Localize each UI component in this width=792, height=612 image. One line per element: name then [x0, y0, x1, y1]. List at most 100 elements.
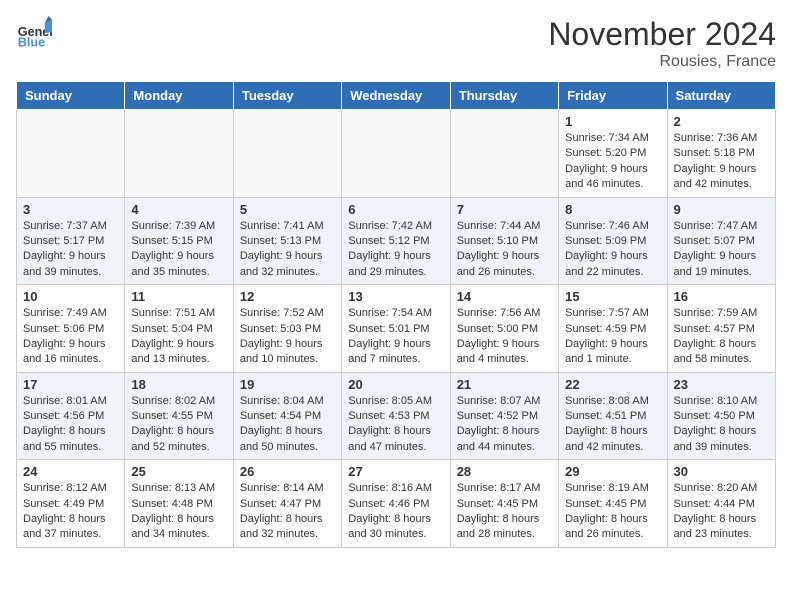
- calendar-cell: 18 Sunrise: 8:02 AM Sunset: 4:55 PM Dayli…: [125, 372, 233, 460]
- weekday-header-friday: Friday: [559, 82, 667, 110]
- calendar-cell: 21 Sunrise: 8:07 AM Sunset: 4:52 PM Dayli…: [450, 372, 558, 460]
- calendar-cell: [233, 110, 341, 198]
- day-info: Sunrise: 7:59 AM Sunset: 4:57 PM Dayligh…: [674, 306, 769, 368]
- day-number: 4: [131, 202, 226, 217]
- calendar-cell: 3 Sunrise: 7:37 AM Sunset: 5:17 PM Daylig…: [17, 197, 125, 285]
- day-number: 25: [131, 464, 226, 479]
- day-number: 16: [674, 289, 769, 304]
- calendar-cell: 27 Sunrise: 8:16 AM Sunset: 4:46 PM Dayli…: [342, 460, 450, 548]
- weekday-header-tuesday: Tuesday: [233, 82, 341, 110]
- calendar-week-row: 17Sunrise: 8:01 AM Sunset: 4:56 PM Dayli…: [17, 372, 776, 460]
- day-number: 26: [240, 464, 335, 479]
- day-number: 24: [23, 464, 118, 479]
- logo: General Blue: [16, 16, 52, 52]
- logo-icon: General Blue: [16, 16, 52, 52]
- day-info: Sunrise: 8:12 AM Sunset: 4:49 PM Dayligh…: [23, 481, 118, 543]
- calendar-cell: [450, 110, 558, 198]
- day-number: 12: [240, 289, 335, 304]
- calendar-cell: 30 Sunrise: 8:20 AM Sunset: 4:44 PM Dayli…: [667, 460, 775, 548]
- weekday-header-row: SundayMondayTuesdayWednesdayThursdayFrid…: [17, 82, 776, 110]
- calendar-cell: 10Sunrise: 7:49 AM Sunset: 5:06 PM Dayli…: [17, 285, 125, 373]
- day-info: Sunrise: 7:37 AM Sunset: 5:17 PM Dayligh…: [23, 219, 118, 281]
- weekday-header-sunday: Sunday: [17, 82, 125, 110]
- day-number: 23: [674, 377, 769, 392]
- day-info: Sunrise: 7:49 AM Sunset: 5:06 PM Dayligh…: [23, 306, 118, 368]
- day-info: Sunrise: 8:10 AM Sunset: 4:50 PM Dayligh…: [674, 394, 769, 456]
- day-info: Sunrise: 8:14 AM Sunset: 4:47 PM Dayligh…: [240, 481, 335, 543]
- day-info: Sunrise: 7:44 AM Sunset: 5:10 PM Dayligh…: [457, 219, 552, 281]
- weekday-header-thursday: Thursday: [450, 82, 558, 110]
- day-info: Sunrise: 8:04 AM Sunset: 4:54 PM Dayligh…: [240, 394, 335, 456]
- day-number: 21: [457, 377, 552, 392]
- calendar-cell: 22 Sunrise: 8:08 AM Sunset: 4:51 PM Dayli…: [559, 372, 667, 460]
- calendar-cell: 12Sunrise: 7:52 AM Sunset: 5:03 PM Dayli…: [233, 285, 341, 373]
- calendar-cell: 23 Sunrise: 8:10 AM Sunset: 4:50 PM Dayli…: [667, 372, 775, 460]
- calendar-cell: 5 Sunrise: 7:41 AM Sunset: 5:13 PM Daylig…: [233, 197, 341, 285]
- day-info: Sunrise: 7:47 AM Sunset: 5:07 PM Dayligh…: [674, 219, 769, 281]
- day-info: Sunrise: 8:17 AM Sunset: 4:45 PM Dayligh…: [457, 481, 552, 543]
- calendar-cell: 14 Sunrise: 7:56 AM Sunset: 5:00 PM Dayli…: [450, 285, 558, 373]
- svg-text:Blue: Blue: [18, 36, 45, 50]
- day-info: Sunrise: 8:02 AM Sunset: 4:55 PM Dayligh…: [131, 394, 226, 456]
- calendar-cell: 7 Sunrise: 7:44 AM Sunset: 5:10 PM Daylig…: [450, 197, 558, 285]
- day-info: Sunrise: 7:46 AM Sunset: 5:09 PM Dayligh…: [565, 219, 660, 281]
- day-number: 22: [565, 377, 660, 392]
- calendar-week-row: 24 Sunrise: 8:12 AM Sunset: 4:49 PM Dayli…: [17, 460, 776, 548]
- day-info: Sunrise: 7:36 AM Sunset: 5:18 PM Dayligh…: [674, 131, 769, 193]
- day-info: Sunrise: 7:57 AM Sunset: 4:59 PM Dayligh…: [565, 306, 660, 368]
- calendar-cell: 24 Sunrise: 8:12 AM Sunset: 4:49 PM Dayli…: [17, 460, 125, 548]
- calendar-cell: [125, 110, 233, 198]
- day-info: Sunrise: 8:13 AM Sunset: 4:48 PM Dayligh…: [131, 481, 226, 543]
- day-number: 20: [348, 377, 443, 392]
- day-number: 7: [457, 202, 552, 217]
- calendar-cell: 6Sunrise: 7:42 AM Sunset: 5:12 PM Daylig…: [342, 197, 450, 285]
- calendar-cell: 2 Sunrise: 7:36 AM Sunset: 5:18 PM Daylig…: [667, 110, 775, 198]
- day-number: 13: [348, 289, 443, 304]
- day-number: 5: [240, 202, 335, 217]
- day-number: 2: [674, 114, 769, 129]
- day-info: Sunrise: 8:20 AM Sunset: 4:44 PM Dayligh…: [674, 481, 769, 543]
- calendar-cell: 4 Sunrise: 7:39 AM Sunset: 5:15 PM Daylig…: [125, 197, 233, 285]
- day-number: 14: [457, 289, 552, 304]
- day-number: 29: [565, 464, 660, 479]
- location-subtitle: Rousies, France: [548, 53, 776, 71]
- weekday-header-saturday: Saturday: [667, 82, 775, 110]
- day-info: Sunrise: 7:56 AM Sunset: 5:00 PM Dayligh…: [457, 306, 552, 368]
- day-info: Sunrise: 8:16 AM Sunset: 4:46 PM Dayligh…: [348, 481, 443, 543]
- calendar-cell: 29 Sunrise: 8:19 AM Sunset: 4:45 PM Dayli…: [559, 460, 667, 548]
- calendar-cell: [342, 110, 450, 198]
- calendar-cell: 28 Sunrise: 8:17 AM Sunset: 4:45 PM Dayli…: [450, 460, 558, 548]
- day-number: 11: [131, 289, 226, 304]
- calendar-cell: 8 Sunrise: 7:46 AM Sunset: 5:09 PM Daylig…: [559, 197, 667, 285]
- calendar-cell: 19Sunrise: 8:04 AM Sunset: 4:54 PM Dayli…: [233, 372, 341, 460]
- calendar-cell: 25 Sunrise: 8:13 AM Sunset: 4:48 PM Dayli…: [125, 460, 233, 548]
- day-info: Sunrise: 8:05 AM Sunset: 4:53 PM Dayligh…: [348, 394, 443, 456]
- weekday-header-monday: Monday: [125, 82, 233, 110]
- page-header: General Blue November 2024 Rousies, Fran…: [16, 16, 776, 71]
- calendar-cell: 16 Sunrise: 7:59 AM Sunset: 4:57 PM Dayli…: [667, 285, 775, 373]
- day-info: Sunrise: 8:08 AM Sunset: 4:51 PM Dayligh…: [565, 394, 660, 456]
- calendar-cell: 15 Sunrise: 7:57 AM Sunset: 4:59 PM Dayli…: [559, 285, 667, 373]
- day-number: 27: [348, 464, 443, 479]
- month-year-title: November 2024: [548, 16, 776, 53]
- title-block: November 2024 Rousies, France: [548, 16, 776, 71]
- day-number: 17: [23, 377, 118, 392]
- day-number: 28: [457, 464, 552, 479]
- calendar-week-row: 10Sunrise: 7:49 AM Sunset: 5:06 PM Dayli…: [17, 285, 776, 373]
- day-number: 8: [565, 202, 660, 217]
- weekday-header-wednesday: Wednesday: [342, 82, 450, 110]
- day-info: Sunrise: 7:51 AM Sunset: 5:04 PM Dayligh…: [131, 306, 226, 368]
- day-info: Sunrise: 8:07 AM Sunset: 4:52 PM Dayligh…: [457, 394, 552, 456]
- calendar-cell: 9Sunrise: 7:47 AM Sunset: 5:07 PM Daylig…: [667, 197, 775, 285]
- day-info: Sunrise: 8:19 AM Sunset: 4:45 PM Dayligh…: [565, 481, 660, 543]
- day-number: 15: [565, 289, 660, 304]
- day-number: 30: [674, 464, 769, 479]
- day-info: Sunrise: 7:41 AM Sunset: 5:13 PM Dayligh…: [240, 219, 335, 281]
- calendar-week-row: 3 Sunrise: 7:37 AM Sunset: 5:17 PM Daylig…: [17, 197, 776, 285]
- day-number: 18: [131, 377, 226, 392]
- calendar-week-row: 1Sunrise: 7:34 AM Sunset: 5:20 PM Daylig…: [17, 110, 776, 198]
- calendar-cell: 11 Sunrise: 7:51 AM Sunset: 5:04 PM Dayli…: [125, 285, 233, 373]
- calendar-cell: 26 Sunrise: 8:14 AM Sunset: 4:47 PM Dayli…: [233, 460, 341, 548]
- day-info: Sunrise: 7:39 AM Sunset: 5:15 PM Dayligh…: [131, 219, 226, 281]
- day-number: 3: [23, 202, 118, 217]
